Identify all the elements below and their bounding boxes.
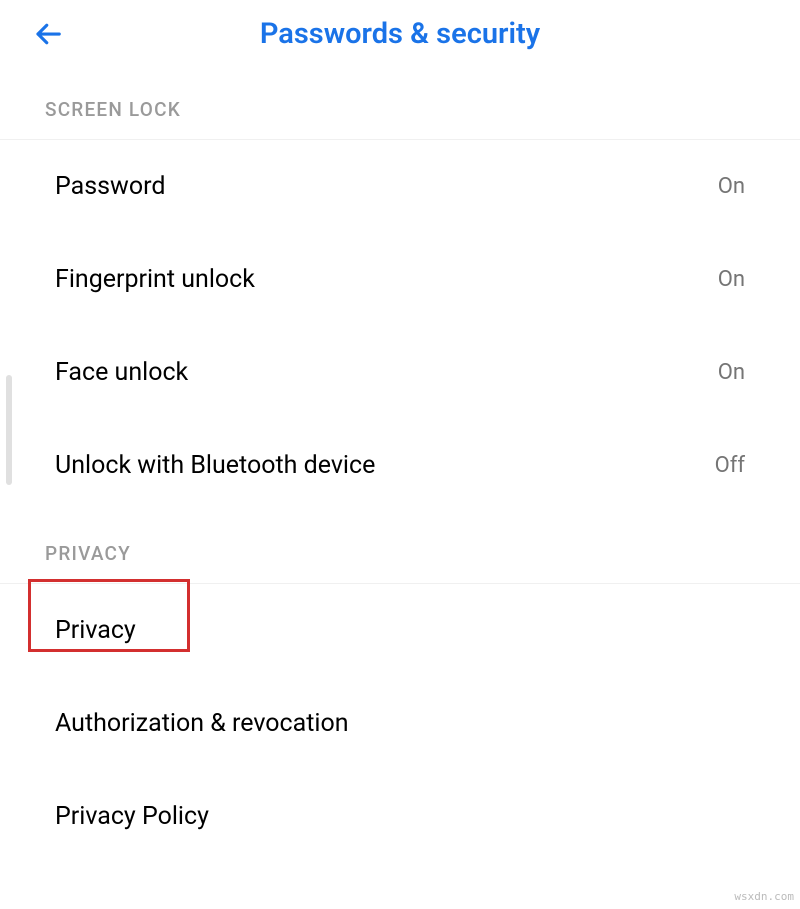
setting-label: Authorization & revocation [55, 709, 349, 738]
setting-status: On [718, 360, 745, 385]
page-title: Passwords & security [30, 17, 770, 51]
setting-label: Unlock with Bluetooth device [55, 451, 375, 480]
setting-row-authorization-revocation[interactable]: Authorization & revocation [0, 677, 800, 770]
scroll-indicator [6, 375, 12, 485]
setting-status: On [718, 174, 745, 199]
setting-status: Off [715, 453, 745, 478]
setting-row-privacy-policy[interactable]: Privacy Policy [0, 770, 800, 863]
setting-row-privacy[interactable]: Privacy [0, 584, 800, 677]
setting-row-fingerprint-unlock[interactable]: Fingerprint unlock On [0, 233, 800, 326]
section-header-screen-lock: SCREEN LOCK [0, 68, 800, 140]
setting-label: Face unlock [55, 358, 188, 387]
settings-content: SCREEN LOCK Password On Fingerprint unlo… [0, 68, 800, 863]
setting-label: Password [55, 172, 165, 201]
setting-row-password[interactable]: Password On [0, 140, 800, 233]
watermark-text: wsxdn.com [734, 890, 794, 903]
setting-label: Fingerprint unlock [55, 265, 255, 294]
setting-row-face-unlock[interactable]: Face unlock On [0, 326, 800, 419]
setting-row-unlock-bluetooth[interactable]: Unlock with Bluetooth device Off [0, 419, 800, 512]
setting-label: Privacy Policy [55, 802, 209, 831]
setting-status: On [718, 267, 745, 292]
setting-label: Privacy [55, 616, 136, 645]
header-bar: Passwords & security [0, 0, 800, 68]
section-header-privacy: PRIVACY [0, 512, 800, 584]
